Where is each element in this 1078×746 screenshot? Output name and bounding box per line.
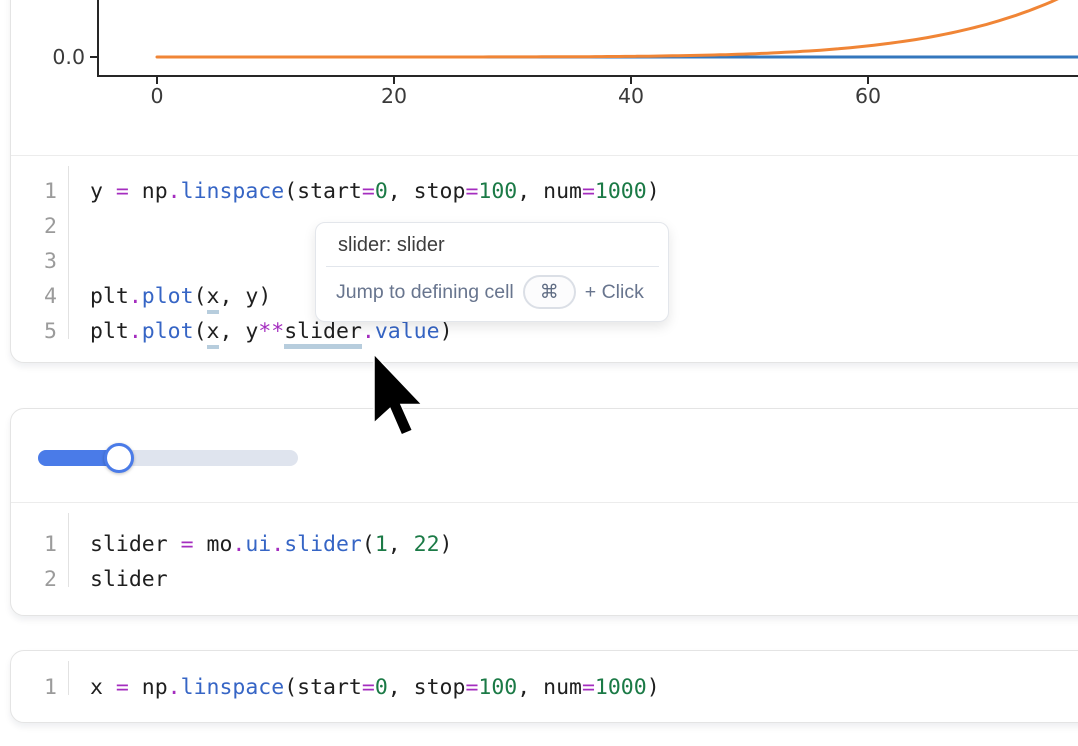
code-line[interactable]: 1y = np.linspace(start=0, stop=100, num=… [11,174,1078,209]
slider-track[interactable] [38,450,298,466]
line-number: 2 [11,567,57,592]
command-key-badge: ⌘ [523,275,576,309]
code-token: ** [258,319,284,344]
code-token: x [90,675,116,700]
code-token: mo [207,532,233,557]
code-token: ) [440,532,453,557]
code-token: 0 [375,179,388,204]
cell-slider: 1slider = mo.ui.slider(1, 22)2slider [10,408,1078,616]
code-token: 1000 [595,179,647,204]
code-text: plt.plot(x, y) [90,284,271,309]
code-token: (start [284,179,362,204]
code-text: y = np.linspace(start=0, stop=100, num=1… [90,179,660,204]
code-text: slider = mo.ui.slider(1, 22) [90,532,453,557]
code-token: 100 [478,179,517,204]
code-token: = [181,532,207,557]
code-token: . [168,179,181,204]
line-number: 4 [11,284,57,309]
code-token: plot [142,319,194,344]
code-text: x = np.linspace(start=0, stop=100, num=1… [90,675,660,700]
code-token: . [232,532,245,557]
code-token: = [116,675,142,700]
line-number: 5 [11,319,57,344]
code-editor-slider-cell[interactable]: 1slider = mo.ui.slider(1, 22)2slider [11,503,1078,597]
code-token: plt [90,284,129,309]
code-token: . [271,532,284,557]
tooltip-action-label: Jump to defining cell [336,281,514,304]
variable-reference[interactable]: slider [284,319,362,349]
code-line[interactable]: 2 slider [11,562,1078,597]
code-token: , num [517,675,582,700]
code-token: plt [90,319,129,344]
code-token: slider [90,567,168,592]
line-number: 3 [11,249,57,274]
code-token: . [168,675,181,700]
variable-tooltip: slider: slider Jump to defining cell ⌘ +… [315,222,669,322]
tooltip-title: slider: slider [316,223,668,266]
code-token: value [375,319,440,344]
line-number: 1 [11,532,57,557]
code-token: = [362,675,375,700]
line-number: 2 [11,214,57,239]
code-token: linspace [181,179,285,204]
code-token: ( [362,532,375,557]
code-token: ( [194,319,207,344]
code-token: ) [440,319,453,344]
code-token: linspace [181,675,285,700]
code-token: , stop [388,179,466,204]
variable-reference[interactable]: x [207,284,220,314]
code-token: np [142,179,168,204]
cell-x: 1x = np.linspace(start=0, stop=100, num=… [10,650,1078,723]
code-line[interactable]: 1x = np.linspace(start=0, stop=100, num=… [11,670,1078,705]
code-token: , y) [219,284,271,309]
code-token: y [90,179,116,204]
code-token: slider [90,532,181,557]
tooltip-click-hint: + Click [585,281,644,304]
code-token: = [362,179,375,204]
code-token: = [465,675,478,700]
code-token: plot [142,284,194,309]
code-token: 22 [414,532,440,557]
plot-output-area [11,0,1078,156]
code-token: , num [517,179,582,204]
line-number: 1 [11,675,57,700]
code-token: (start [284,675,362,700]
code-token: np [142,675,168,700]
variable-reference[interactable]: x [207,319,220,349]
code-editor-x-cell[interactable]: 1x = np.linspace(start=0, stop=100, num=… [11,651,1078,705]
code-line[interactable]: 1slider = mo.ui.slider(1, 22) [11,527,1078,562]
code-token: ) [647,179,660,204]
code-token: , y [219,319,258,344]
code-token: ui [245,532,271,557]
slider-output-area [11,409,1078,503]
code-token: = [582,179,595,204]
tooltip-action-row: Jump to defining cell ⌘ + Click [316,267,668,321]
line-number: 1 [11,179,57,204]
code-token: . [362,319,375,344]
code-token: = [582,675,595,700]
code-token: = [116,179,142,204]
code-token: , [388,532,414,557]
code-token: , stop [388,675,466,700]
code-token: . [129,284,142,309]
code-token: 1 [375,532,388,557]
code-text: slider [90,567,168,592]
code-text: plt.plot(x, y**slider.value) [90,319,453,344]
slider-thumb[interactable] [104,443,134,473]
code-token: 0 [375,675,388,700]
code-token: . [129,319,142,344]
code-token: 100 [478,675,517,700]
code-token: slider [284,532,362,557]
notebook-page: 1y = np.linspace(start=0, stop=100, num=… [0,0,1078,746]
code-token: ( [194,284,207,309]
code-token: ) [647,675,660,700]
code-token: 1000 [595,675,647,700]
code-token: = [465,179,478,204]
